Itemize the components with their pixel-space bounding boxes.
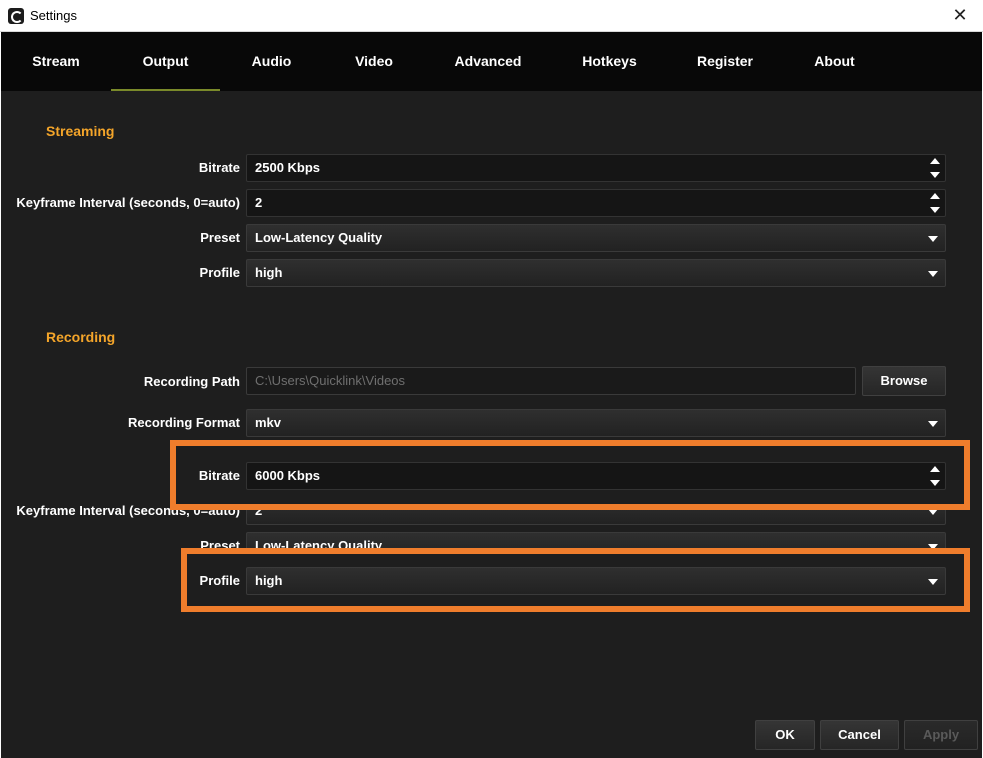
settings-tabbar: Stream Output Audio Video Advanced Hotke…: [1, 32, 982, 91]
tab-output[interactable]: Output: [111, 32, 220, 91]
spin-arrows-icon[interactable]: [928, 156, 942, 180]
streaming-preset-label: Preset: [200, 230, 240, 245]
highlight-box-bitrate: [170, 440, 970, 510]
tab-audio[interactable]: Audio: [220, 32, 323, 91]
spin-arrows-icon[interactable]: [928, 191, 942, 215]
streaming-bitrate-spinbox[interactable]: 2500 Kbps: [246, 154, 946, 182]
streaming-profile-dropdown[interactable]: high: [246, 259, 946, 287]
chevron-down-icon: [928, 236, 938, 242]
app-logo-icon: [8, 8, 24, 24]
chevron-down-icon: [928, 421, 938, 427]
streaming-keyframe-spinbox[interactable]: 2: [246, 189, 946, 217]
streaming-profile-label: Profile: [199, 265, 240, 280]
streaming-section-title: Streaming: [46, 123, 115, 139]
tab-about[interactable]: About: [782, 32, 887, 91]
browse-button[interactable]: Browse: [862, 366, 946, 396]
close-button[interactable]: ✕: [937, 0, 983, 31]
recording-path-label: Recording Path: [143, 374, 240, 389]
highlight-box-profile: [181, 548, 970, 612]
chevron-down-icon: [928, 271, 938, 277]
streaming-keyframe-value: 2: [255, 195, 263, 210]
output-settings-panel: Streaming Bitrate 2500 Kbps Keyframe Int…: [1, 91, 982, 758]
streaming-preset-dropdown[interactable]: Low-Latency Quality: [246, 224, 946, 252]
streaming-bitrate-label: Bitrate: [198, 160, 240, 175]
streaming-bitrate-value: 2500 Kbps: [255, 160, 321, 175]
tab-stream[interactable]: Stream: [1, 32, 111, 91]
recording-format-label: Recording Format: [128, 415, 240, 430]
tab-hotkeys[interactable]: Hotkeys: [551, 32, 668, 91]
apply-button[interactable]: Apply: [904, 720, 978, 750]
tab-video[interactable]: Video: [323, 32, 425, 91]
recording-format-dropdown[interactable]: mkv: [246, 409, 946, 437]
streaming-profile-value: high: [255, 265, 283, 280]
recording-path-input[interactable]: C:\Users\Quicklink\Videos: [246, 367, 856, 395]
window-title: Settings: [30, 8, 77, 23]
streaming-keyframe-label: Keyframe Interval (seconds, 0=auto): [16, 195, 240, 210]
ok-button[interactable]: OK: [755, 720, 815, 750]
tab-register[interactable]: Register: [668, 32, 782, 91]
recording-section-title: Recording: [46, 329, 116, 345]
recording-format-value: mkv: [255, 415, 282, 430]
window-titlebar: Settings ✕: [0, 0, 983, 32]
streaming-preset-value: Low-Latency Quality: [255, 230, 383, 245]
cancel-button[interactable]: Cancel: [820, 720, 899, 750]
tab-advanced[interactable]: Advanced: [425, 32, 551, 91]
